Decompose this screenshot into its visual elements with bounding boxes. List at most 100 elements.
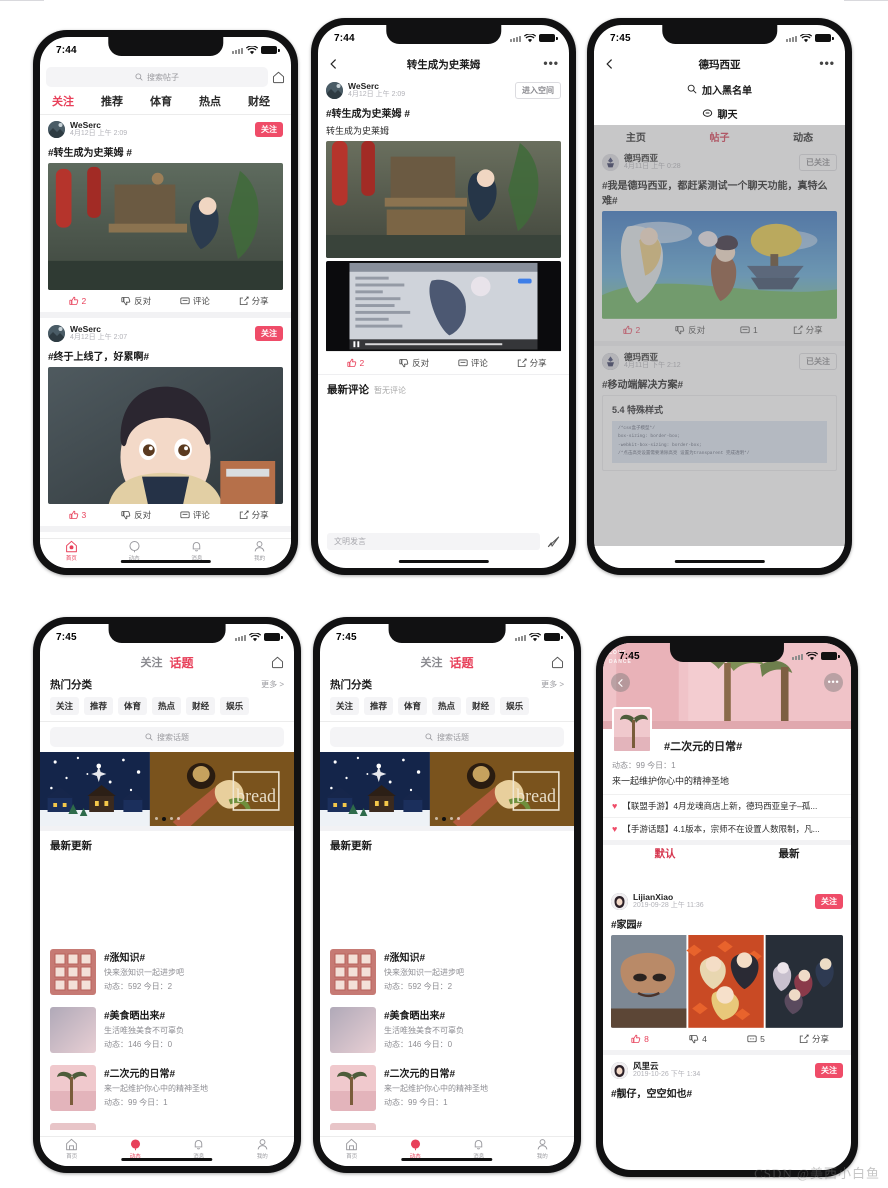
banner-carousel[interactable]: bread [320, 752, 574, 826]
post-card[interactable]: LijianXiao 2019-09-28 上午 11:36 关注 #家园# 8… [603, 886, 851, 1055]
compose-icon[interactable] [271, 656, 284, 669]
sort-tab-default[interactable]: 默认 [603, 846, 727, 861]
post-actions[interactable]: 3 反对 评论 分享 [48, 504, 283, 526]
category-tab-2[interactable]: 体育 [150, 93, 172, 109]
topic-list-item[interactable] [320, 1117, 574, 1130]
post-card[interactable]: WeSerc 4月12日 上午 2:09 关注 #转生成为史莱姆 # 2 反对 … [40, 114, 291, 319]
topic-list-item[interactable]: #二次元的日常# 来一起维护你心中的精神圣地 动态：99 今日：1 [320, 1059, 574, 1117]
compose-icon[interactable] [551, 656, 564, 669]
more-link[interactable]: 更多 > [261, 679, 284, 690]
topic-list-item[interactable] [40, 1117, 294, 1130]
like-button[interactable]: 2 [326, 358, 385, 368]
chip-4[interactable]: 财经 [186, 697, 216, 715]
like-button[interactable]: 2 [48, 296, 107, 306]
post-image[interactable] [48, 162, 283, 291]
more-dots-icon[interactable]: ••• [543, 57, 559, 69]
bottom-tab-bar[interactable]: 首页 动态 消息 我的 [40, 538, 291, 568]
tab-message[interactable]: 消息 [166, 540, 229, 562]
dislike-button[interactable]: 反对 [107, 509, 166, 521]
header-tab-follow[interactable]: 关注 [140, 654, 162, 670]
topic-thumbnail[interactable] [330, 949, 376, 995]
sort-tab-latest[interactable]: 最新 [727, 846, 851, 861]
category-chips[interactable]: 关注 推荐 体育 热点 财经 娱乐 [320, 695, 574, 721]
topic-thumbnail[interactable] [50, 949, 96, 995]
category-tab-1[interactable]: 推荐 [101, 93, 123, 109]
tab-home[interactable]: 首页 [320, 1138, 384, 1160]
topic-thumbnail[interactable] [50, 1007, 96, 1053]
post-image-grid[interactable] [611, 934, 843, 1028]
post-actions[interactable]: 2 反对 评论 分享 [326, 352, 561, 374]
share-button[interactable]: 分享 [502, 357, 561, 369]
header-tab-follow[interactable]: 关注 [420, 654, 442, 670]
send-icon[interactable] [547, 535, 560, 548]
topic-thumbnail[interactable] [612, 707, 652, 753]
tab-mine[interactable]: 我的 [228, 540, 291, 562]
more-dots-icon[interactable]: ••• [819, 57, 835, 69]
tab-moments[interactable]: 动态 [384, 1138, 448, 1160]
chip-3[interactable]: 热点 [152, 697, 182, 715]
comment-button[interactable]: 评论 [444, 357, 503, 369]
like-button[interactable]: 3 [48, 510, 107, 520]
category-tab-0[interactable]: 关注 [52, 93, 74, 109]
comment-button[interactable]: 评论 [166, 295, 225, 307]
follow-button[interactable]: 关注 [255, 326, 283, 342]
tab-home[interactable]: 首页 [40, 1138, 104, 1160]
carousel-dot[interactable] [154, 817, 158, 820]
avatar[interactable] [48, 120, 65, 138]
chip-2[interactable]: 体育 [118, 697, 148, 715]
dislike-button[interactable]: 反对 [107, 295, 166, 307]
dislike-button[interactable]: 4 [669, 1034, 727, 1044]
topic-header-tabs[interactable]: 关注 话题 [320, 650, 574, 674]
comment-button[interactable]: 5 [727, 1034, 785, 1044]
tab-message[interactable]: 消息 [167, 1138, 231, 1160]
share-button[interactable]: 分享 [224, 295, 283, 307]
compose-icon[interactable] [272, 71, 285, 84]
bottom-tab-bar[interactable]: 首页 动态 消息 我的 [320, 1136, 574, 1166]
carousel-dot[interactable] [434, 817, 438, 820]
avatar[interactable] [611, 1061, 628, 1079]
avatar[interactable] [611, 892, 628, 910]
overflow-menu[interactable]: 加入黑名单 聊天 [594, 77, 845, 125]
carousel-dots[interactable] [320, 817, 574, 821]
header-tab-topic[interactable]: 话题 [169, 654, 193, 671]
carousel-dot[interactable] [169, 817, 173, 820]
carousel-dots[interactable] [40, 817, 294, 821]
carousel-dot-active[interactable] [441, 817, 446, 821]
sort-tabs[interactable]: 默认 最新 [603, 840, 851, 862]
topic-thumbnail[interactable] [330, 1123, 376, 1130]
category-tab-4[interactable]: 财经 [248, 93, 270, 109]
post-card[interactable]: 风里云 2019-10-26 下午 1:34 关注 #靓仔，空空如也# [603, 1055, 851, 1100]
detail-scroll[interactable]: WeSerc 4月12日 上午 2:09 进入空间 #转生成为史莱姆 # 转生成… [318, 77, 569, 526]
chip-3[interactable]: 热点 [432, 697, 462, 715]
topic-list-item[interactable]: #涨知识# 快来涨知识一起进步吧 动态：592 今日：2 [40, 943, 294, 1001]
post-video-thumbnail[interactable] [326, 261, 561, 352]
search-input[interactable]: 搜索话题 [330, 727, 564, 747]
topic-thumbnail[interactable] [330, 1007, 376, 1053]
carousel-dot[interactable] [176, 817, 180, 820]
carousel-slide[interactable]: bread [320, 752, 574, 826]
post-actions[interactable]: 2 反对 评论 分享 [48, 290, 283, 312]
chip-2[interactable]: 体育 [398, 697, 428, 715]
back-button[interactable] [611, 673, 630, 692]
post-card[interactable]: WeSerc 4月12日 上午 2:07 关注 #终于上线了，好累啊# 3 反对… [40, 318, 291, 533]
carousel-dot-active[interactable] [161, 817, 166, 821]
chip-0[interactable]: 关注 [50, 697, 80, 715]
more-link[interactable]: 更多 > [541, 679, 564, 690]
menu-item-chat[interactable]: 聊天 [594, 101, 845, 125]
topic-thumbnail[interactable] [330, 1065, 376, 1111]
search-input[interactable]: 搜索帖子 [46, 67, 268, 87]
category-tabs[interactable]: 关注 推荐 体育 热点 财经 [40, 89, 291, 115]
header-tab-topic[interactable]: 话题 [449, 654, 473, 671]
post-image[interactable] [48, 367, 283, 505]
chip-1[interactable]: 推荐 [364, 697, 394, 715]
carousel-dot[interactable] [449, 817, 453, 820]
topic-list[interactable]: #涨知识# 快来涨知识一起进步吧 动态：592 今日：2 #美食晒出来# 生活唯… [40, 943, 294, 1130]
bottom-tab-bar[interactable]: 首页 动态 消息 我的 [40, 1136, 294, 1166]
post-image[interactable] [326, 140, 561, 259]
more-dots-icon[interactable]: ••• [824, 673, 843, 692]
follow-button[interactable]: 关注 [255, 121, 283, 137]
chip-0[interactable]: 关注 [330, 697, 360, 715]
menu-item-blacklist[interactable]: 加入黑名单 [594, 77, 845, 101]
topic-list-item[interactable]: #美食晒出来# 生活唯独美食不可辜负 动态：146 今日：0 [320, 1001, 574, 1059]
topic-header-tabs[interactable]: 关注 话题 [40, 650, 294, 674]
